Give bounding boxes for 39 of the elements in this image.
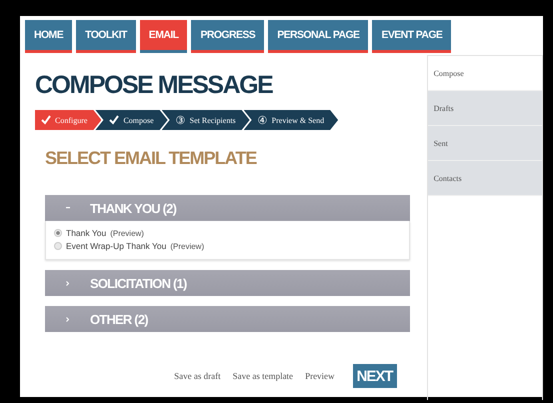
sidebar-item[interactable]: Contacts [428,161,542,196]
footer-link[interactable]: Save as template [232,371,294,381]
minus-icon [66,207,70,209]
page-title: COMPOSE MESSAGE [35,71,274,100]
nav-tab[interactable]: HOME [25,20,72,53]
preview-link[interactable]: (Preview) [170,242,204,250]
chevron-right-icon [66,316,69,322]
preview-link[interactable]: (Preview) [110,228,144,238]
nav-tab[interactable]: EMAIL [140,20,188,53]
nav-tab[interactable]: PROGRESS [191,20,264,53]
nav-tab[interactable]: TOOLKIT [76,20,136,53]
step-number: ④ [258,114,268,126]
chevron-right-icon [66,280,69,286]
footer-link[interactable]: Save as draft [174,371,221,381]
sidebar-item[interactable]: Drafts [428,91,542,126]
check-icon [109,115,120,125]
step-number: ③ [176,114,186,126]
nav-tab[interactable]: EVENT PAGE [372,20,452,53]
accordion-title: THANK YOU (2) [90,200,176,216]
radio-button[interactable] [54,242,62,250]
step[interactable]: ④ Preview & Send [244,110,338,130]
step[interactable]: Configure [35,110,102,130]
step-label: Set Recipients [190,116,236,124]
nav-tab[interactable]: PERSONAL PAGE [268,20,368,53]
template-name: Thank You [66,228,106,238]
accordion-title: OTHER (2) [90,312,148,326]
sidebar-item[interactable]: Sent [428,126,542,161]
template-name: Event Wrap-Up Thank You [66,241,166,251]
step[interactable]: Compose [95,110,168,130]
step-label: Compose [123,116,154,124]
step[interactable]: ③ Set Recipients [162,110,250,130]
footer-link[interactable]: Preview [305,371,335,381]
section-heading: SELECT EMAIL TEMPLATE [45,148,258,169]
step-label: Configure [55,116,88,124]
accordion-title: SOLICITATION (1) [90,276,186,290]
check-icon [41,115,51,125]
radio-button[interactable] [54,229,62,237]
next-button[interactable]: NEXT [352,364,397,388]
step-label: Preview & Send [272,116,324,124]
